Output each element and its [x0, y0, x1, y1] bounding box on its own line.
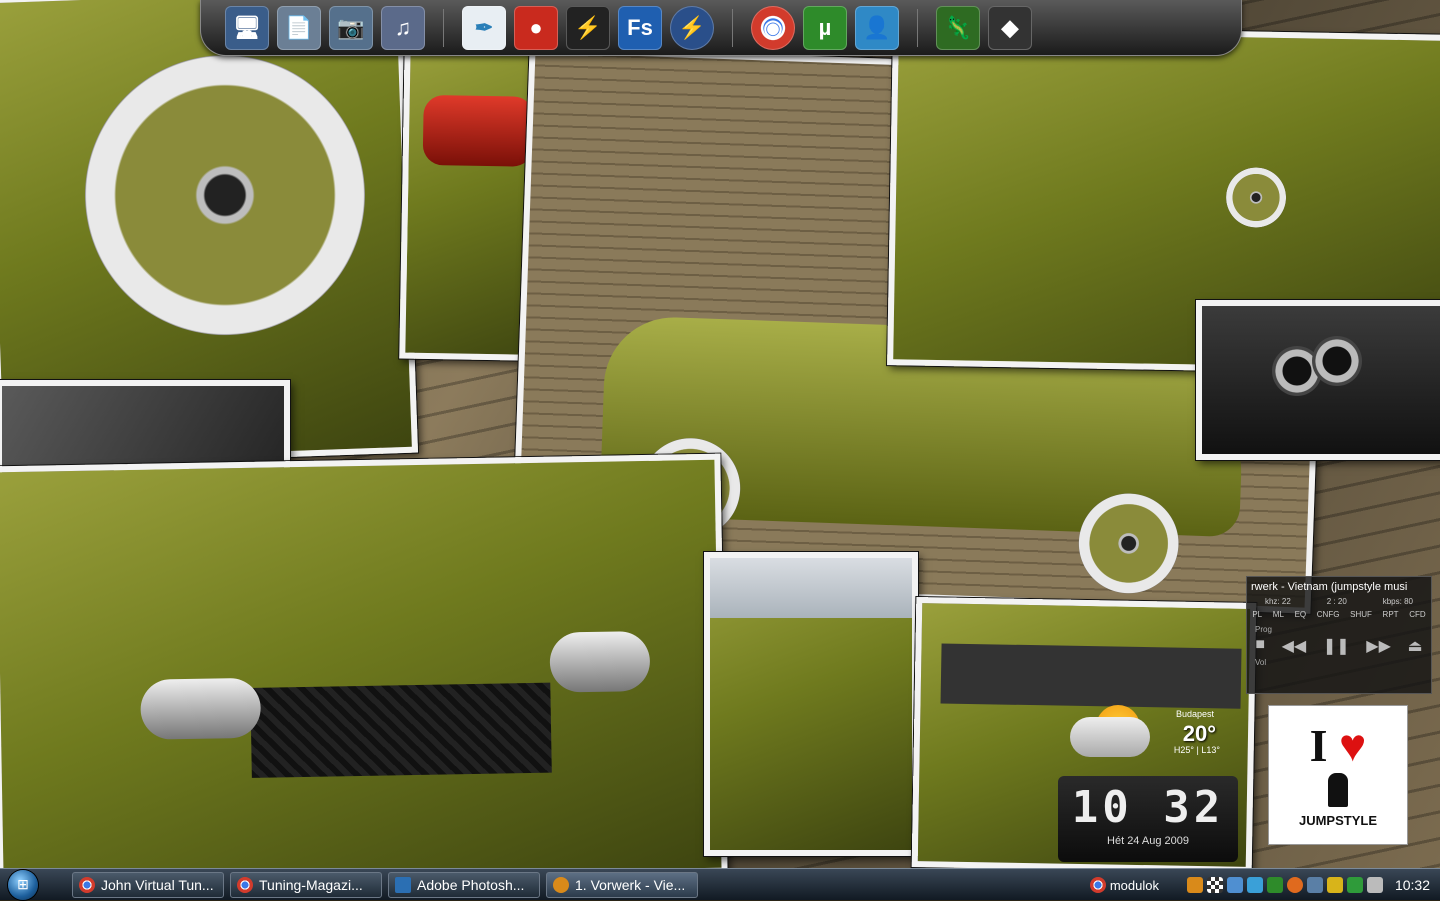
feather-icon[interactable]: ✒	[462, 5, 506, 50]
checker-icon[interactable]	[1206, 877, 1223, 893]
winamp-cnfg-button[interactable]: CNFG	[1317, 610, 1340, 619]
task-label: 1. Vorwerk - Vie...	[575, 876, 686, 893]
task-label: Tuning-Magazi...	[259, 876, 363, 893]
eject-icon[interactable]: ⏏	[1408, 636, 1423, 656]
volume-icon[interactable]	[1366, 877, 1383, 893]
task-label: Adobe Photosh...	[417, 876, 525, 893]
documents-icon[interactable]: 📄	[277, 5, 321, 50]
winamp-icon[interactable]: ⚡	[566, 5, 610, 50]
start-button[interactable]: ⊞	[0, 869, 46, 901]
jumpstyle-text: JUMPSTYLE	[1298, 812, 1377, 828]
utorrent-icon[interactable]: µ	[803, 5, 847, 50]
nero-icon[interactable]: ●	[514, 5, 558, 50]
gecko-icon[interactable]: 🦎	[936, 5, 980, 50]
cube-icon[interactable]: ◆	[988, 5, 1032, 50]
winamp-rpt-button[interactable]: RPT	[1383, 610, 1399, 619]
utorrent-tray-icon[interactable]	[1266, 877, 1283, 893]
tray-clock[interactable]: 10:32	[1395, 877, 1430, 893]
taskbar: ⊞ John Virtual Tun... Tuning-Magazi... A…	[0, 868, 1440, 900]
winamp-shuf-button[interactable]: SHUF	[1350, 610, 1372, 619]
application-dock: 🖥 📄 📷 ♫ ✒ ● ⚡ Fs ⚡ ◉ µ 👤 🦎 ◆	[200, 0, 1242, 56]
chrome-icon[interactable]: ◉	[751, 5, 795, 50]
messenger-icon[interactable]: 👤	[855, 5, 899, 50]
security-shield-icon[interactable]	[1326, 877, 1343, 893]
taskbar-button-tuning-magazin[interactable]: Tuning-Magazi...	[230, 871, 382, 898]
winamp-track-title: rwerk - Vietnam (jumpstyle musi	[1251, 581, 1408, 593]
winamp-time: 2 : 20	[1326, 597, 1347, 606]
weather-gadget[interactable]: Budapest 20° H25° | L13°	[1070, 703, 1242, 769]
network-icon[interactable]	[1226, 877, 1243, 893]
i-love-text: I ♥	[1309, 719, 1367, 771]
winamp-cfd-button[interactable]: CFD	[1409, 610, 1425, 619]
wallpaper-photo-front-small	[704, 552, 918, 856]
pause-icon[interactable]: ❚❚	[1323, 636, 1350, 656]
fs-icon[interactable]: Fs	[618, 5, 662, 50]
dancer-icon	[1328, 772, 1348, 807]
winamp-khz: khz: 22	[1264, 597, 1291, 606]
jumpstyle-image: I ♥ JUMPSTYLE	[1268, 705, 1408, 845]
weather-temperature: 20°	[1182, 721, 1216, 746]
taskbar-button-adobe-photoshop[interactable]: Adobe Photosh...	[388, 871, 540, 898]
my-computer-icon[interactable]: 🖥	[225, 5, 269, 50]
clock-date: Hét 24 Aug 2009	[1107, 835, 1189, 847]
dock-separator	[443, 8, 444, 47]
winamp-ml-button[interactable]: ML	[1273, 610, 1284, 619]
music-icon[interactable]: ♫	[381, 5, 425, 50]
winamp-icon	[553, 876, 569, 893]
chrome-icon	[237, 876, 253, 893]
winamp-pl-button[interactable]: PL	[1252, 610, 1262, 619]
firefox-icon[interactable]	[1286, 877, 1303, 893]
heart-icon: ♥	[1339, 719, 1367, 771]
taskbar-button-winamp[interactable]: 1. Vorwerk - Vie...	[546, 871, 698, 898]
pictures-icon[interactable]: 📷	[329, 5, 373, 50]
stop-icon[interactable]: ■	[1255, 636, 1265, 656]
chrome-icon	[79, 876, 95, 893]
winamp-kbps: kbps: 80	[1382, 597, 1413, 606]
people-icon[interactable]	[1246, 877, 1263, 893]
weather-city: Budapest	[1175, 709, 1214, 719]
task-label: John Virtual Tun...	[101, 876, 214, 893]
windows-logo-icon: ⊞	[8, 869, 38, 900]
dock-separator	[917, 8, 918, 47]
winamp-vol-label: Vol	[1255, 658, 1267, 667]
i-letter: I	[1309, 719, 1328, 771]
system-tray: modulok 10:32	[1089, 869, 1440, 901]
winamp-tray-icon[interactable]	[1186, 877, 1203, 893]
dock-separator	[732, 8, 733, 47]
download-accelerator-icon[interactable]: ⚡	[670, 5, 714, 50]
clock-time: 10 32	[1071, 782, 1225, 833]
monitor-icon[interactable]	[1306, 877, 1323, 893]
cloud-icon	[1070, 717, 1150, 757]
clock-gadget[interactable]: 10 32 Hét 24 Aug 2009	[1058, 776, 1238, 862]
taskbar-button-john-virtual-tuning[interactable]: John Virtual Tun...	[72, 871, 224, 898]
weather-high-low: H25° | L13°	[1173, 745, 1220, 755]
wallpaper-photo-front	[0, 453, 728, 868]
winamp-player[interactable]: rwerk - Vietnam (jumpstyle musi khz: 22 …	[1246, 576, 1432, 694]
tray-toolbar-label[interactable]: modulok	[1110, 878, 1159, 893]
chrome-icon[interactable]	[1089, 877, 1106, 893]
photoshop-icon	[395, 876, 411, 893]
previous-icon[interactable]: ◀◀	[1282, 636, 1307, 656]
next-icon[interactable]: ▶▶	[1366, 636, 1391, 656]
winamp-eq-button[interactable]: EQ	[1295, 610, 1307, 619]
winamp-prog-label: Prog	[1255, 625, 1272, 634]
wallpaper-photo-exhaust	[1196, 300, 1440, 460]
usb-icon[interactable]	[1346, 877, 1363, 893]
